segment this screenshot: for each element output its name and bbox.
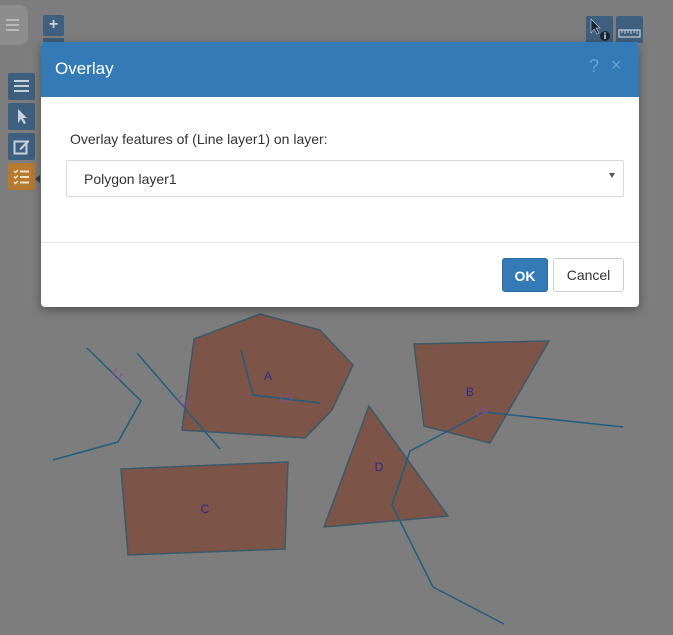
- edit-tool-button[interactable]: [8, 133, 35, 160]
- zoom-in-button[interactable]: +: [43, 15, 64, 36]
- polygon-label-a: A: [264, 369, 272, 383]
- cancel-button[interactable]: Cancel: [553, 258, 624, 292]
- polygon-label-c: C: [201, 502, 210, 516]
- ruler-icon: [618, 29, 641, 38]
- help-icon[interactable]: ?: [589, 56, 599, 77]
- identify-tool-button[interactable]: [586, 16, 613, 43]
- dialog-header: Overlay ? ×: [41, 42, 639, 97]
- hamburger-icon: [6, 19, 19, 34]
- chevron-down-icon: [609, 173, 615, 178]
- sidepanel-toggle-button[interactable]: [0, 5, 28, 45]
- active-tool-indicator: [35, 175, 40, 183]
- checklist-icon: [13, 169, 29, 185]
- dialog-title: Overlay: [55, 59, 114, 78]
- list-icon: [14, 80, 29, 92]
- pointer-icon: [18, 109, 27, 124]
- measure-tool-button[interactable]: [616, 16, 643, 43]
- polygon-label-b: B: [466, 385, 474, 399]
- ok-button[interactable]: OK: [502, 258, 548, 292]
- polygon-label-d: D: [375, 460, 384, 474]
- overlay-prompt-label: Overlay features of (Line layer1) on lay…: [70, 131, 328, 147]
- close-icon[interactable]: ×: [611, 55, 622, 76]
- dialog-footer-divider: [41, 242, 639, 243]
- overlay-dialog: Overlay ? × Overlay features of (Line la…: [41, 42, 639, 307]
- layers-tool-button[interactable]: [8, 73, 35, 100]
- layer-select[interactable]: Polygon layer1: [66, 160, 624, 197]
- overlay-tool-button[interactable]: [8, 163, 35, 190]
- layer-select-value: Polygon layer1: [84, 171, 177, 187]
- pointer-info-icon: [590, 18, 610, 41]
- edit-icon: [13, 140, 30, 155]
- line-label-l3: L3: [280, 393, 292, 405]
- select-tool-button[interactable]: [8, 103, 35, 130]
